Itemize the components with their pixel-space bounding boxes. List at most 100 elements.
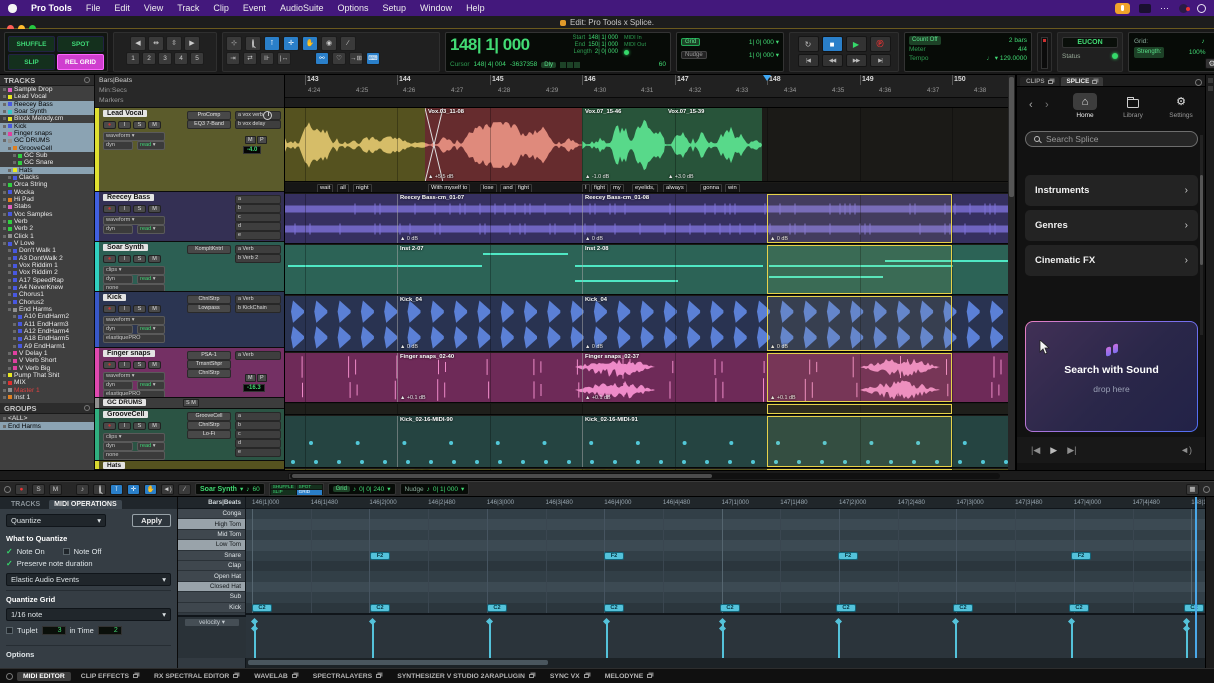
- bottom-tab-spectralayers[interactable]: SPECTRALAYERS: [307, 672, 387, 681]
- track-name[interactable]: Soar Synth: [103, 244, 148, 251]
- velocity-stem[interactable]: [955, 621, 957, 658]
- bottom-tab-clip-effects[interactable]: CLIP EFFECTS: [75, 672, 144, 681]
- show-hide-icon[interactable]: [8, 176, 11, 179]
- fast-forward-button[interactable]: ▶▶: [846, 54, 867, 67]
- track-list-item[interactable]: GC Sub: [0, 152, 94, 159]
- edit-selection[interactable]: [767, 353, 952, 402]
- track-lane[interactable]: Vox.03_11-08▲ +5.5 dBVox.07_15-46▲ -1.0 …: [285, 108, 1008, 182]
- track-list-item[interactable]: Chorus1: [0, 291, 94, 298]
- input-monitor-button[interactable]: I: [118, 121, 131, 129]
- record-enable-button[interactable]: ●: [103, 361, 116, 369]
- midi-note[interactable]: F2: [370, 552, 390, 560]
- show-hide-icon[interactable]: [8, 147, 11, 150]
- show-hide-icon[interactable]: [8, 264, 11, 267]
- elastic-audio-selector[interactable]: none: [103, 284, 165, 292]
- track-lane[interactable]: Reecey Bass-cm_01-07Reecey Bass-cm_01-08…: [285, 194, 1008, 244]
- track-list-item[interactable]: Sample Drop: [0, 86, 94, 93]
- menu-setup[interactable]: Setup: [383, 3, 407, 13]
- loop-playback-button[interactable]: ↻: [798, 36, 819, 52]
- track-list-item[interactable]: Finger snaps: [0, 130, 94, 137]
- splice-scrollbar[interactable]: [1200, 135, 1203, 335]
- mute-button[interactable]: M: [148, 422, 161, 430]
- edit-selection[interactable]: [767, 245, 952, 294]
- show-hide-icon[interactable]: [8, 169, 11, 172]
- show-hide-icon[interactable]: [8, 367, 11, 370]
- search-with-sound-dropzone[interactable]: Search with Sound drop here: [1025, 321, 1198, 432]
- send-slot[interactable]: b: [235, 204, 281, 213]
- track-list-item[interactable]: A9 EndHarm1: [0, 342, 94, 349]
- track-list-item[interactable]: Hi Pad: [0, 196, 94, 203]
- midi-grid-value[interactable]: Grid ♪ 0| 0| 240 ▾: [328, 483, 396, 495]
- track-header-lead-vocal[interactable]: Lead Vocal●ISMwaveform ▾dynread ▾ProComp…: [95, 108, 284, 192]
- midi-zoomer-tool[interactable]: [93, 484, 106, 495]
- clock-icon[interactable]: [1197, 4, 1206, 13]
- midi-note[interactable]: C2: [252, 604, 272, 612]
- grid-label[interactable]: Grid: [681, 38, 700, 46]
- track-list-item[interactable]: Chorus2: [0, 299, 94, 306]
- track-header-kick[interactable]: Kick●ISMwaveform ▾dynread ▾elastiquePROC…: [95, 292, 284, 348]
- velocity-diamond[interactable]: [835, 618, 842, 625]
- mute-button[interactable]: M: [148, 361, 161, 369]
- automation-read-selector[interactable]: read ▾: [137, 141, 165, 150]
- velocity-diamond[interactable]: [251, 625, 258, 632]
- show-hide-icon[interactable]: [3, 227, 6, 230]
- lyric-marker[interactable]: gonna: [700, 184, 722, 193]
- bottom-target-icon[interactable]: [6, 673, 13, 680]
- track-list-item[interactable]: A11 EndHarm3: [0, 321, 94, 328]
- drum-lane-name[interactable]: Low Tom: [178, 540, 245, 550]
- show-hide-icon[interactable]: [8, 352, 11, 355]
- track-list-item[interactable]: V Delay 1: [0, 350, 94, 357]
- mirror-midi-button[interactable]: |↔: [277, 52, 291, 65]
- splice-category-cinematic-fx[interactable]: Cinematic FX›: [1025, 245, 1198, 276]
- velocity-stem[interactable]: [838, 621, 840, 658]
- track-list-item[interactable]: Reecey Bass: [0, 101, 94, 108]
- bottom-tab-rx-spectral-editor[interactable]: RX SPECTRAL EDITOR: [148, 672, 244, 681]
- track-lane[interactable]: Finger snaps_02-40Finger snaps_02-37▲ +0…: [285, 353, 1008, 403]
- show-hide-icon[interactable]: [3, 213, 6, 216]
- menu-clip[interactable]: Clip: [213, 3, 229, 13]
- group-list-item[interactable]: <ALL>: [0, 414, 94, 422]
- track-list-item[interactable]: Click 1: [0, 233, 94, 240]
- lyric-marker[interactable]: night: [353, 184, 372, 193]
- track-name[interactable]: Reecey Bass: [103, 194, 154, 201]
- track-list-item[interactable]: Vox Riddim 2: [0, 269, 94, 276]
- insert-slot[interactable]: GrooveCell: [187, 412, 231, 421]
- midi-pencil-tool[interactable]: ∕: [178, 484, 191, 495]
- insertion-follows-playback-button[interactable]: ⇥: [226, 52, 240, 65]
- zoom-preset-1[interactable]: 1: [126, 52, 140, 65]
- velocity-diamond[interactable]: [1068, 618, 1075, 625]
- automation-read-selector[interactable]: read ▾: [137, 381, 165, 390]
- track-list-item[interactable]: V Verb Short: [0, 357, 94, 364]
- groove-note-icon[interactable]: ♪: [1201, 36, 1204, 47]
- input-monitor-button[interactable]: I: [118, 255, 131, 263]
- show-hide-icon[interactable]: [13, 161, 16, 164]
- insert-slot[interactable]: ProComp: [187, 111, 231, 120]
- insert-slot[interactable]: ChnlStrp: [187, 369, 231, 378]
- go-to-start-button[interactable]: |◀: [798, 54, 819, 67]
- audio-clip[interactable]: [285, 108, 425, 181]
- tuplet-checkbox[interactable]: [6, 627, 13, 634]
- velocity-selector[interactable]: velocity ▾: [185, 619, 239, 626]
- send-slot[interactable]: a Verb: [235, 295, 281, 304]
- send-slot[interactable]: a Verb: [235, 351, 281, 360]
- track-list-item[interactable]: Stabs: [0, 203, 94, 210]
- automation-read-selector[interactable]: read ▾: [137, 275, 165, 284]
- lyric-marker[interactable]: eyelids,: [632, 184, 658, 193]
- midi-trim-tool[interactable]: ⊺: [110, 484, 123, 495]
- microphone-icon[interactable]: [1115, 3, 1130, 14]
- lyric-marker[interactable]: lose: [480, 184, 497, 193]
- send-slot[interactable]: b vox delay: [235, 120, 281, 129]
- menu-audiosuite[interactable]: AudioSuite: [280, 3, 324, 13]
- send-slot[interactable]: c: [235, 213, 281, 222]
- show-hide-icon[interactable]: [3, 132, 6, 135]
- show-hide-icon[interactable]: [3, 396, 6, 399]
- tempo-value[interactable]: ♩ ▾ 129.0000: [987, 54, 1028, 63]
- show-hide-icon[interactable]: [13, 337, 16, 340]
- play-button[interactable]: ▶: [846, 36, 867, 52]
- send-slot[interactable]: a: [235, 412, 281, 421]
- show-hide-icon[interactable]: [3, 125, 6, 128]
- show-hide-icon[interactable]: [3, 95, 6, 98]
- midi-note[interactable]: C2: [604, 604, 624, 612]
- edit-selection[interactable]: [767, 194, 952, 243]
- nav-back-icon[interactable]: ‹: [1029, 99, 1033, 111]
